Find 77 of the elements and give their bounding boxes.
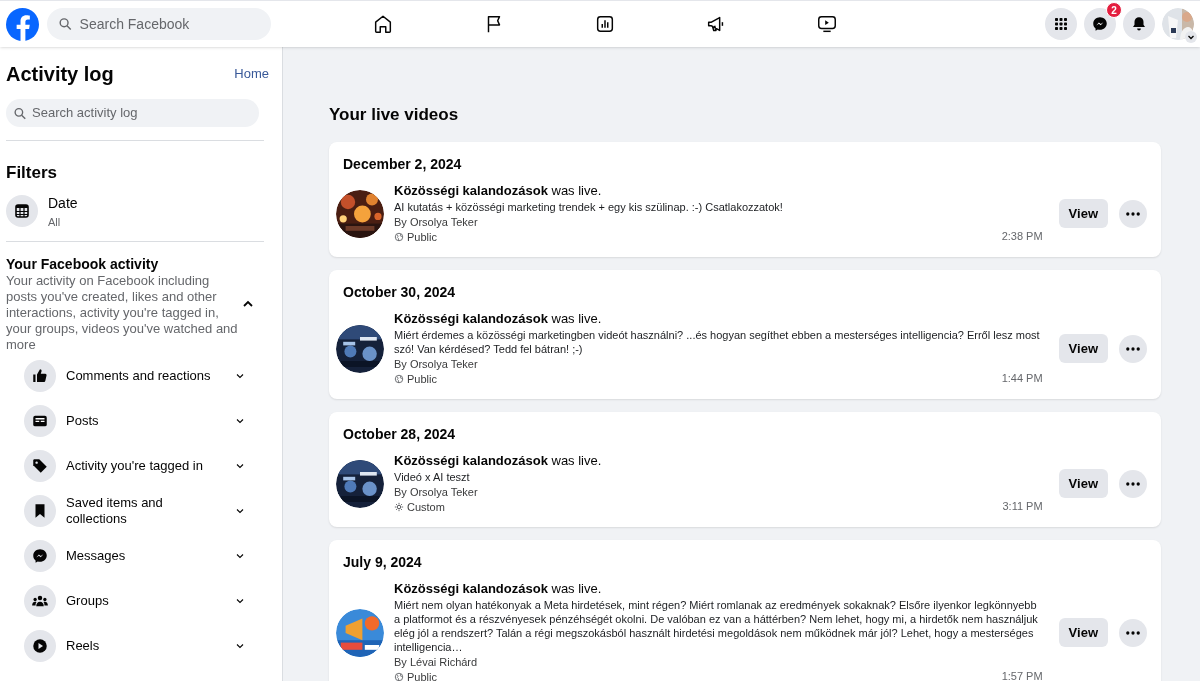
sidebar-title: Activity log: [6, 62, 114, 87]
search-input[interactable]: Search activity log: [32, 103, 251, 123]
globe-icon: [394, 232, 404, 242]
globe-icon: [394, 374, 404, 384]
entry-title: Közösségi kalandozások was live.: [394, 580, 603, 597]
entry-time: 2:38 PM: [1001, 229, 1043, 244]
more-button[interactable]: [1119, 199, 1147, 228]
activity-category[interactable]: Reels: [24, 630, 276, 662]
view-button[interactable]: View: [1058, 334, 1108, 363]
notifications-button[interactable]: [1123, 8, 1155, 40]
more-button[interactable]: [1119, 618, 1147, 647]
filter-value: All: [48, 214, 62, 230]
entry-date: October 28, 2024: [343, 424, 457, 443]
messenger-icon: [31, 547, 49, 565]
entry-time: 1:44 PM: [1001, 371, 1043, 386]
caret-icon[interactable]: [1185, 31, 1197, 43]
notification-badge: 2: [1106, 2, 1122, 18]
more-button[interactable]: [1119, 469, 1147, 498]
entry-title: Közösségi kalandozások was live.: [394, 452, 603, 469]
entry-date: December 2, 2024: [343, 154, 463, 173]
menu-button[interactable]: [1045, 8, 1077, 40]
entry-title: Közösségi kalandozások was live.: [394, 182, 603, 199]
view-button[interactable]: View: [1058, 199, 1108, 228]
more-icon: [1126, 481, 1140, 486]
entry-author: By Orsolya Teker: [394, 484, 479, 500]
activity-category[interactable]: Posts: [24, 405, 276, 437]
gear-icon: [394, 502, 404, 512]
entry-author: By Orsolya Teker: [394, 356, 479, 372]
entry-time: 1:57 PM: [1001, 669, 1043, 681]
activity-category[interactable]: Groups: [24, 585, 276, 617]
section-heading: Filters: [6, 162, 59, 184]
home-link[interactable]: Home: [234, 64, 269, 84]
entry-date: July 9, 2024: [343, 552, 423, 571]
entry-title: Közösségi kalandozások was live.: [394, 310, 603, 327]
activity-category[interactable]: Saved items and collections: [24, 495, 276, 527]
search-icon: [59, 17, 72, 31]
activity-category[interactable]: Comments and reactions: [24, 360, 276, 392]
entry-date: October 30, 2024: [343, 282, 457, 301]
audience-label: Custom: [407, 499, 445, 515]
section-description: Your activity on Facebook including posts you've created, likes and other interactions, activity you're tagged in, your groups, videos you've watched and more: [6, 273, 238, 353]
search-field[interactable]: Search activity log: [6, 99, 259, 127]
more-icon: [1126, 211, 1140, 216]
audience-label: Public: [407, 669, 437, 681]
entry-time: 3:11 PM: [1002, 499, 1043, 514]
notifications-icon: [1130, 15, 1148, 33]
entry-description: Miért érdemes a közösségi marketingben videót használni? ...és hogyan segíthet ebben a mesterséges intelligencia? Erről lesz most szó! Van kérdésed? Tedd fel bátran! ;-): [394, 327, 1041, 356]
audience-label: Public: [407, 371, 437, 387]
play-icon: [31, 637, 49, 655]
video-icon[interactable]: [815, 13, 838, 35]
more-button[interactable]: [1119, 334, 1147, 363]
calendar-icon: [6, 195, 38, 228]
search-icon: [14, 106, 26, 120]
more-icon: [1126, 630, 1140, 635]
audience-label: Public: [407, 229, 437, 245]
more-icon: [1126, 346, 1140, 351]
messenger-icon: [1091, 15, 1109, 33]
entry-author: By Lévai Richárd: [394, 654, 479, 670]
view-button[interactable]: View: [1058, 469, 1108, 498]
activity-category[interactable]: Messages: [24, 540, 276, 572]
entry-description: Miért nem olyan hatékonyak a Meta hirdetések, mint régen? Miért romlanak az eredmények sokaknak? Elsőre ilyenkor legkönnyebb a platformot és a részvényesek pénzéhségét okolni. De valóban ez van a háttérben? Nem lehet, hogy mi, a hirdetők nem használjuk elég jól a rendszert? Talán a régi megszokásból használt hirdetési megoldások nem működnek már jól? Lehet, hogy a mesterséges intelligencia…: [394, 597, 1039, 654]
section-title: Your Facebook activity: [6, 255, 160, 273]
thumbs-up-icon: [31, 367, 49, 385]
entry-author: By Orsolya Teker: [394, 214, 479, 230]
entry-description: Videó x AI teszt: [394, 469, 471, 484]
tag-icon: [31, 457, 49, 475]
globe-icon: [394, 672, 404, 681]
menu-icon: [1052, 15, 1070, 33]
page-heading: Your live videos: [329, 104, 460, 126]
filter-label: Date: [48, 193, 78, 213]
entry-description: AI kutatás + közösségi marketing trendek + egy kis szülinap. :-) Csatlakozzatok!: [394, 199, 784, 214]
search-input[interactable]: Search Facebook: [79, 13, 259, 35]
date-filter[interactable]: Date All: [6, 192, 276, 230]
messenger-button[interactable]: [1084, 8, 1116, 40]
activity-category[interactable]: Activity you're tagged in: [24, 450, 276, 482]
view-button[interactable]: View: [1058, 618, 1108, 647]
facebook-logo[interactable]: [6, 7, 39, 41]
search-field[interactable]: Search Facebook: [47, 8, 271, 40]
